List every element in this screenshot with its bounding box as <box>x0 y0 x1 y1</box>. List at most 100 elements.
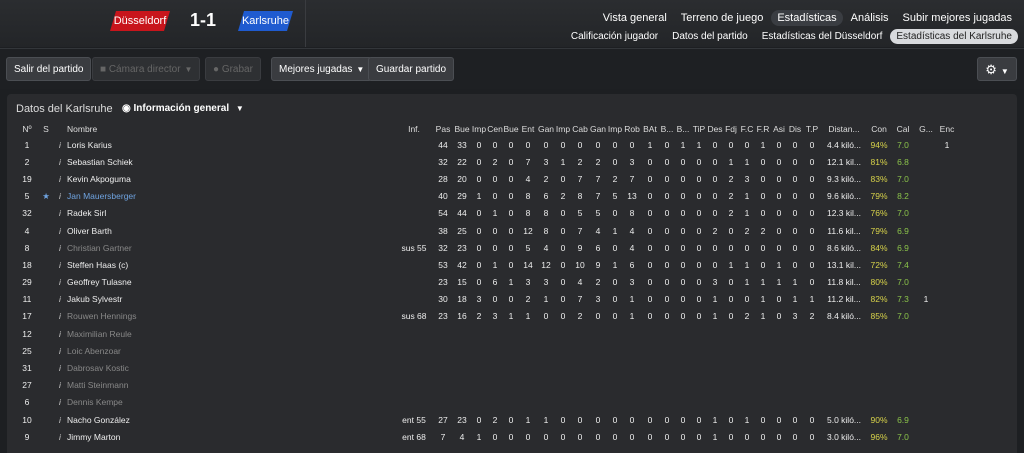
column-header[interactable]: Cab <box>571 122 589 136</box>
column-header[interactable]: Imp <box>471 122 487 136</box>
player-name[interactable]: Nacho González <box>67 411 395 428</box>
settings-button[interactable]: ⚙ ▼ <box>977 57 1017 81</box>
info-icon[interactable]: i <box>53 291 67 308</box>
column-header[interactable]: Fdj <box>723 122 739 136</box>
player-name[interactable]: Matti Steinmann <box>67 377 395 394</box>
info-icon[interactable]: i <box>53 239 67 256</box>
exit-match-button[interactable]: Salir del partido <box>6 57 92 81</box>
player-name[interactable]: Jimmy Marton <box>67 428 395 445</box>
column-header[interactable]: Cen <box>487 122 503 136</box>
away-team-badge[interactable]: Karlsruhe <box>238 11 293 31</box>
info-icon[interactable]: i <box>53 308 67 325</box>
column-header[interactable]: G... <box>915 122 937 136</box>
table-row[interactable]: 8 i Christian Gartner sus 55 32 23 0 0 0 5 4 0 9 6 0 4 0… <box>15 239 957 256</box>
info-icon[interactable]: i <box>53 256 67 273</box>
table-row[interactable]: 19 i Kevin Akpoguma 28 20 0 0 0 4 2 0 7 7 2 7 0 0 0 0 0 2 3 0 0… <box>15 170 957 187</box>
table-row[interactable]: 29 i Geoffrey Tulasne 23 15 0 6 1 3 3 0 4 2 0 3 0 0 0 0 3 0 1… <box>15 274 957 291</box>
table-row[interactable]: 17 i Rouwen Hennings sus 68 23 16 2 3 1 1 0 0 2 0 0 1 0 0… <box>15 308 957 325</box>
player-name[interactable]: Kevin Akpoguma <box>67 170 395 187</box>
player-name[interactable]: Christian Gartner <box>67 239 395 256</box>
info-icon[interactable]: i <box>53 325 67 342</box>
column-header[interactable]: T.P <box>803 122 821 136</box>
info-icon[interactable]: i <box>53 342 67 359</box>
column-header[interactable]: Rob <box>623 122 641 136</box>
player-name[interactable]: Jan Mauersberger <box>67 188 395 205</box>
player-name[interactable]: Sebastian Schiek <box>67 153 395 170</box>
table-row[interactable]: 11 i Jakub Sylvestr 30 18 3 0 0 2 1 0 7 3 0 1 0 0 0 0 1 0 0 1 0… <box>15 291 957 308</box>
player-name[interactable]: Maximilian Reule <box>67 325 395 342</box>
highlights-dropdown[interactable]: Mejores jugadas ▼ <box>271 57 373 81</box>
record-button[interactable]: ● Grabar <box>205 57 261 81</box>
table-row[interactable]: 12 i Maximilian Reule <box>15 325 957 342</box>
table-row[interactable]: 10 i Nacho González ent 55 27 23 0 2 0 1 1 0 0 0 0 0 0 0 0… <box>15 411 957 428</box>
column-header[interactable]: B... <box>659 122 675 136</box>
player-name[interactable]: Oliver Barth <box>67 222 395 239</box>
tab-datos-del-partido[interactable]: Datos del partido <box>666 29 754 44</box>
player-name[interactable]: Loic Abenzoar <box>67 342 395 359</box>
table-row[interactable]: 2 i Sebastian Schiek 32 22 0 2 0 7 3 1 2 2 0 3 0 0 0 0 0 1 1 0… <box>15 153 957 170</box>
column-header[interactable]: S <box>39 122 53 136</box>
column-header[interactable]: Nº <box>15 122 39 136</box>
column-header[interactable]: Cal <box>891 122 915 136</box>
column-header[interactable]: Inf. <box>395 122 433 136</box>
save-match-button[interactable]: Guardar partido <box>368 57 455 81</box>
director-camera-button[interactable]: ■ Cámara director ▼ <box>92 57 201 81</box>
table-row[interactable]: 18 i Steffen Haas (c) 53 42 0 1 0 14 12 0 10 9 1 6 0 0 0 0… <box>15 256 957 273</box>
column-header[interactable]: Pas <box>433 122 453 136</box>
tab-vista-general[interactable]: Vista general <box>597 10 673 26</box>
table-row[interactable]: 9 i Jimmy Marton ent 68 7 4 1 0 0 0 0 0 0 0 0 0 0 0 0 0 1 0 0 0… <box>15 428 957 445</box>
table-row[interactable]: 27 i Matti Steinmann <box>15 377 957 394</box>
player-name[interactable]: Dabrosav Kostic <box>67 359 395 376</box>
view-selector[interactable]: ◉ Información general ▼ <box>122 103 244 114</box>
info-icon[interactable]: i <box>53 222 67 239</box>
info-icon[interactable]: i <box>53 411 67 428</box>
info-icon[interactable]: i <box>53 136 67 153</box>
table-row[interactable]: 5 ★ i Jan Mauersberger 40 29 1 0 0 8 6 2 8 7 5 13 0 0 0 0 0 2… <box>15 188 957 205</box>
info-icon[interactable]: i <box>53 377 67 394</box>
info-icon[interactable]: i <box>53 170 67 187</box>
tab-estadisticas[interactable]: Estadísticas <box>771 10 843 26</box>
info-icon[interactable]: i <box>53 205 67 222</box>
column-header[interactable]: B... <box>675 122 691 136</box>
player-name[interactable]: Rouwen Hennings <box>67 308 395 325</box>
table-row[interactable]: 31 i Dabrosav Kostic <box>15 359 957 376</box>
column-header[interactable]: Dis <box>787 122 803 136</box>
tab-estadisticas-dusseldorf[interactable]: Estadísticas del Düsseldorf <box>756 29 889 44</box>
tab-calificacion-jugador[interactable]: Calificación jugador <box>565 29 664 44</box>
table-row[interactable]: 4 i Oliver Barth 38 25 0 0 0 12 8 0 7 4 1 4 0 0 0 0 2 0 2 2 0 0 0… <box>15 222 957 239</box>
column-header[interactable]: Con <box>867 122 891 136</box>
info-icon[interactable]: i <box>53 188 67 205</box>
column-header[interactable]: Enc <box>937 122 957 136</box>
table-row[interactable]: 25 i Loic Abenzoar <box>15 342 957 359</box>
player-name[interactable]: Geoffrey Tulasne <box>67 274 395 291</box>
home-team-badge[interactable]: Düsseldorf <box>110 11 170 31</box>
player-name[interactable]: Loris Karius <box>67 136 395 153</box>
column-header[interactable]: Nombre <box>67 122 395 136</box>
table-row[interactable]: 32 i Radek Sirl 54 44 0 1 0 8 8 0 5 5 0 8 0 0 0 0 0 2 1 0 0 0 0 12… <box>15 205 957 222</box>
column-header[interactable]: Imp <box>607 122 623 136</box>
column-header[interactable]: BAt <box>641 122 659 136</box>
column-header[interactable]: Bue <box>503 122 519 136</box>
tab-estadisticas-karlsruhe[interactable]: Estadísticas del Karlsruhe <box>890 29 1018 44</box>
column-header[interactable]: Ent <box>519 122 537 136</box>
table-row[interactable]: 6 i Dennis Kempe <box>15 394 957 411</box>
column-header[interactable]: Des <box>707 122 723 136</box>
info-icon[interactable]: i <box>53 394 67 411</box>
column-header[interactable]: Asi <box>771 122 787 136</box>
column-header[interactable]: Distan... <box>821 122 867 136</box>
column-header[interactable]: Bue <box>453 122 471 136</box>
player-name[interactable]: Jakub Sylvestr <box>67 291 395 308</box>
tab-terreno-de-juego[interactable]: Terreno de juego <box>675 10 770 26</box>
player-name[interactable]: Radek Sirl <box>67 205 395 222</box>
player-name[interactable]: Dennis Kempe <box>67 394 395 411</box>
column-header[interactable]: TiP <box>691 122 707 136</box>
table-row[interactable]: 1 i Loris Karius 44 33 0 0 0 0 0 0 0 0 0 0 1 0 1 1 0 0 0 1 0 0 0 4… <box>15 136 957 153</box>
column-header[interactable]: Gan <box>537 122 555 136</box>
info-icon[interactable]: i <box>53 274 67 291</box>
info-icon[interactable]: i <box>53 359 67 376</box>
column-header[interactable]: F.C <box>739 122 755 136</box>
column-header[interactable]: F.R <box>755 122 771 136</box>
tab-subir-mejores-jugadas[interactable]: Subir mejores jugadas <box>897 10 1018 26</box>
player-name[interactable]: Steffen Haas (c) <box>67 256 395 273</box>
info-icon[interactable]: i <box>53 153 67 170</box>
